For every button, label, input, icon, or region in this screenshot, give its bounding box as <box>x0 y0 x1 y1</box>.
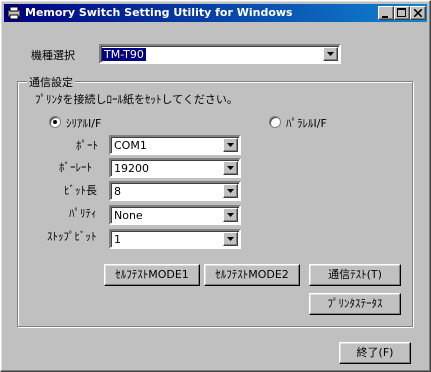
radio-selected-dot <box>53 120 57 124</box>
chevron-down-icon <box>227 143 234 147</box>
model-value: TM-T90 <box>102 48 146 61</box>
baudrate-select[interactable]: 19200 <box>109 158 241 178</box>
parity-label: ﾊﾟﾘﾃｨ <box>69 207 97 220</box>
minimize-icon <box>382 16 388 18</box>
parallel-label: ﾊﾟﾗﾚﾙI/F <box>286 117 327 130</box>
serial-radio[interactable] <box>49 116 61 128</box>
app-window: Memory Switch Setting Utility for Window… <box>0 0 431 372</box>
model-label: 機種選択 <box>31 49 75 62</box>
comm-settings-label: 通信設定 <box>27 74 75 90</box>
stopbits-dropdown-button[interactable] <box>223 232 238 246</box>
baudrate-dropdown-button[interactable] <box>223 161 238 175</box>
databits-value: 8 <box>114 185 121 198</box>
chevron-down-icon <box>227 237 234 241</box>
port-value: COM1 <box>114 139 147 152</box>
exit-button[interactable]: 終了(F) <box>339 342 411 364</box>
maximize-button[interactable] <box>394 6 410 20</box>
close-button[interactable] <box>410 6 426 20</box>
port-select[interactable]: COM1 <box>109 135 241 155</box>
chevron-down-icon <box>327 52 334 56</box>
instruction-text: ﾌﾟﾘﾝﾀを接続しﾛｰﾙ紙をｾｯﾄしてください。 <box>35 93 238 106</box>
parallel-radio[interactable] <box>269 116 281 128</box>
parity-dropdown-button[interactable] <box>223 208 238 222</box>
window-title: Memory Switch Setting Utility for Window… <box>25 6 293 19</box>
databits-dropdown-button[interactable] <box>223 184 238 198</box>
app-icon <box>7 6 21 20</box>
minimize-button[interactable] <box>378 6 394 20</box>
parity-value: None <box>114 209 143 222</box>
port-dropdown-button[interactable] <box>223 138 238 152</box>
port-label: ﾎﾟｰﾄ <box>76 139 98 152</box>
stopbits-label: ｽﾄｯﾌﾟﾋﾞｯﾄ <box>47 230 97 243</box>
baudrate-label: ﾎﾞｰﾚｰﾄ <box>59 161 92 174</box>
self-test-mode1-button[interactable]: ｾﾙﾌﾃｽﾄMODE1 <box>104 264 200 286</box>
databits-select[interactable]: 8 <box>109 181 241 201</box>
self-test-mode2-button[interactable]: ｾﾙﾌﾃｽﾄMODE2 <box>204 264 300 286</box>
stopbits-select[interactable]: 1 <box>109 229 241 249</box>
model-dropdown-button[interactable] <box>323 47 338 61</box>
stopbits-value: 1 <box>114 233 121 246</box>
baudrate-value: 19200 <box>114 162 149 175</box>
maximize-icon <box>397 8 406 17</box>
comm-test-button[interactable]: 通信ﾃｽﾄ(T) <box>309 264 401 286</box>
title-bar[interactable]: Memory Switch Setting Utility for Window… <box>4 4 427 22</box>
model-select[interactable]: TM-T90 <box>99 44 341 64</box>
chevron-down-icon <box>227 166 234 170</box>
databits-label: ﾋﾞｯﾄ長 <box>64 184 97 197</box>
parity-select[interactable]: None <box>109 205 241 225</box>
close-icon <box>414 9 422 17</box>
printer-status-button[interactable]: ﾌﾟﾘﾝﾀｽﾃｰﾀｽ <box>309 293 401 315</box>
chevron-down-icon <box>227 213 234 217</box>
chevron-down-icon <box>227 189 234 193</box>
serial-label: ｼﾘｱﾙI/F <box>66 117 102 130</box>
